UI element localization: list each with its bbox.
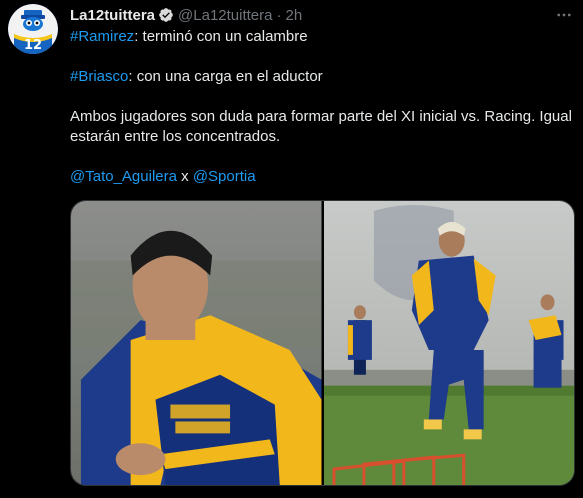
tweet-text: #Ramirez: terminó con un calambre #Brias… [70, 27, 575, 187]
credits-joiner: x [176, 168, 193, 185]
separator-dot: · [276, 6, 282, 24]
avatar-badge: 12 [24, 38, 42, 53]
author-name[interactable]: La12tuittera [70, 7, 155, 24]
photo-left[interactable] [71, 201, 322, 485]
author-handle[interactable]: @La12tuittera [178, 7, 272, 24]
hashtag-ramirez[interactable]: #Ramirez [70, 28, 134, 45]
tweet-paragraph: Ambos jugadores son duda para formar par… [70, 108, 572, 145]
mention-sportia[interactable]: @Sportia [193, 168, 256, 185]
hashtag-briasco[interactable]: #Briasco [70, 68, 128, 85]
tweet-media[interactable] [70, 200, 575, 486]
tweet-content: La12tuittera @La12tuittera · 2h #Ramirez… [70, 4, 575, 486]
tweet[interactable]: 12 La12tuittera @La12tuittera · 2h #Rami… [0, 0, 583, 498]
more-options-icon[interactable] [553, 4, 575, 26]
photo-right[interactable] [323, 201, 574, 485]
mention-tato-aguilera[interactable]: @Tato_Aguilera [70, 168, 177, 185]
tweet-line-ramirez: #Ramirez: terminó con un calambre [70, 27, 575, 47]
line-text: : con una carga en el aductor [128, 68, 323, 85]
verified-badge-icon [158, 7, 174, 23]
line-text: : terminó con un calambre [134, 28, 308, 45]
tweet-header: La12tuittera @La12tuittera · 2h [70, 4, 575, 26]
tweet-line-briasco: #Briasco: con una carga en el aductor [70, 67, 575, 87]
author-avatar[interactable]: 12 [8, 4, 58, 54]
tweet-credits: @Tato_Aguilera x @Sportia [70, 167, 575, 187]
tweet-time[interactable]: 2h [285, 7, 302, 24]
